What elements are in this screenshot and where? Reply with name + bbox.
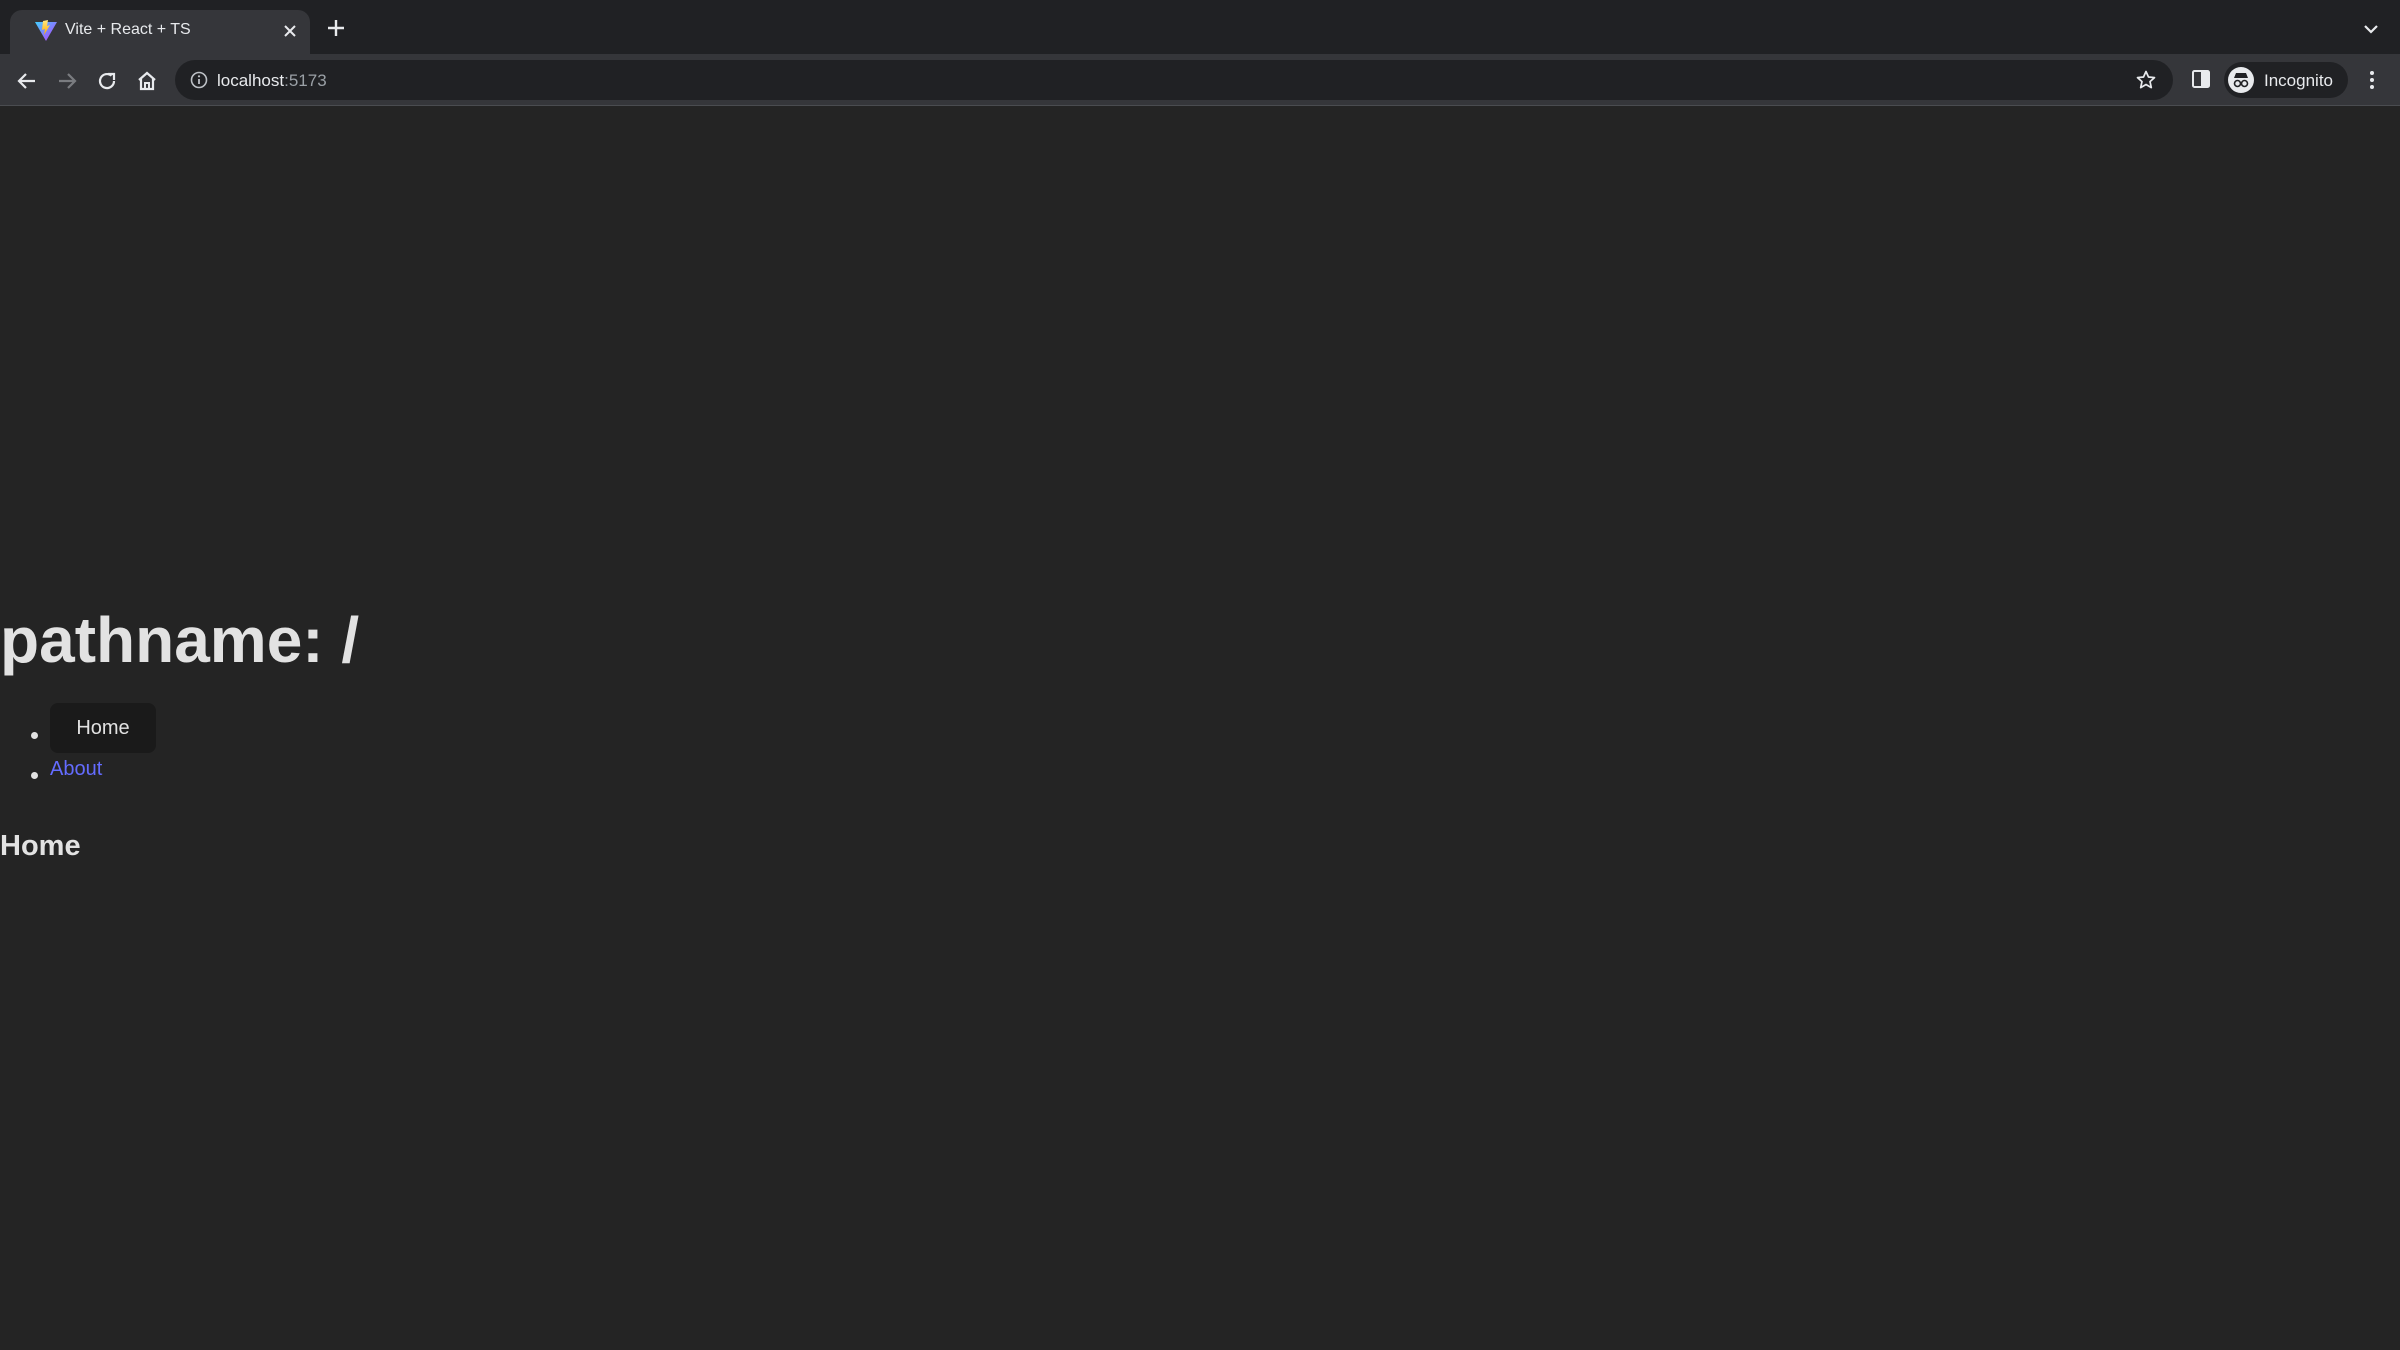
chevron-down-icon[interactable] [2360, 20, 2382, 38]
address-bar[interactable]: localhost:5173 [175, 60, 2173, 100]
browser-tab[interactable]: Vite + React + TS [10, 10, 310, 54]
browser-toolbar: localhost:5173 Incognito [0, 54, 2400, 106]
list-bullet [31, 772, 38, 779]
incognito-icon [2228, 67, 2254, 93]
content-heading: Home [0, 830, 81, 862]
plus-icon[interactable] [324, 16, 348, 40]
info-icon[interactable] [189, 70, 209, 90]
pathname-heading: pathname: / [0, 604, 360, 676]
page-content: pathname: / Home About Home [0, 107, 2400, 1350]
about-link[interactable]: About [50, 758, 102, 781]
incognito-label: Incognito [2264, 71, 2333, 90]
home-icon[interactable] [134, 68, 160, 94]
back-arrow-icon[interactable] [14, 68, 40, 94]
url-host: localhost [217, 71, 285, 90]
url-text: localhost:5173 [217, 71, 327, 91]
list-bullet [31, 732, 38, 739]
tab-title: Vite + React + TS [65, 21, 191, 38]
vite-logo-icon [35, 20, 57, 41]
home-button[interactable]: Home [50, 703, 156, 753]
reload-icon[interactable] [94, 68, 120, 94]
kebab-menu-icon[interactable] [2364, 68, 2380, 92]
side-panel-icon[interactable] [2190, 68, 2212, 90]
forward-arrow-icon[interactable] [54, 68, 80, 94]
browser-tabstrip: Vite + React + TS [0, 0, 2400, 54]
star-icon[interactable] [2135, 69, 2157, 91]
url-port: :5173 [284, 71, 327, 90]
profile-incognito-button[interactable]: Incognito [2224, 62, 2348, 98]
close-icon[interactable] [280, 21, 300, 41]
